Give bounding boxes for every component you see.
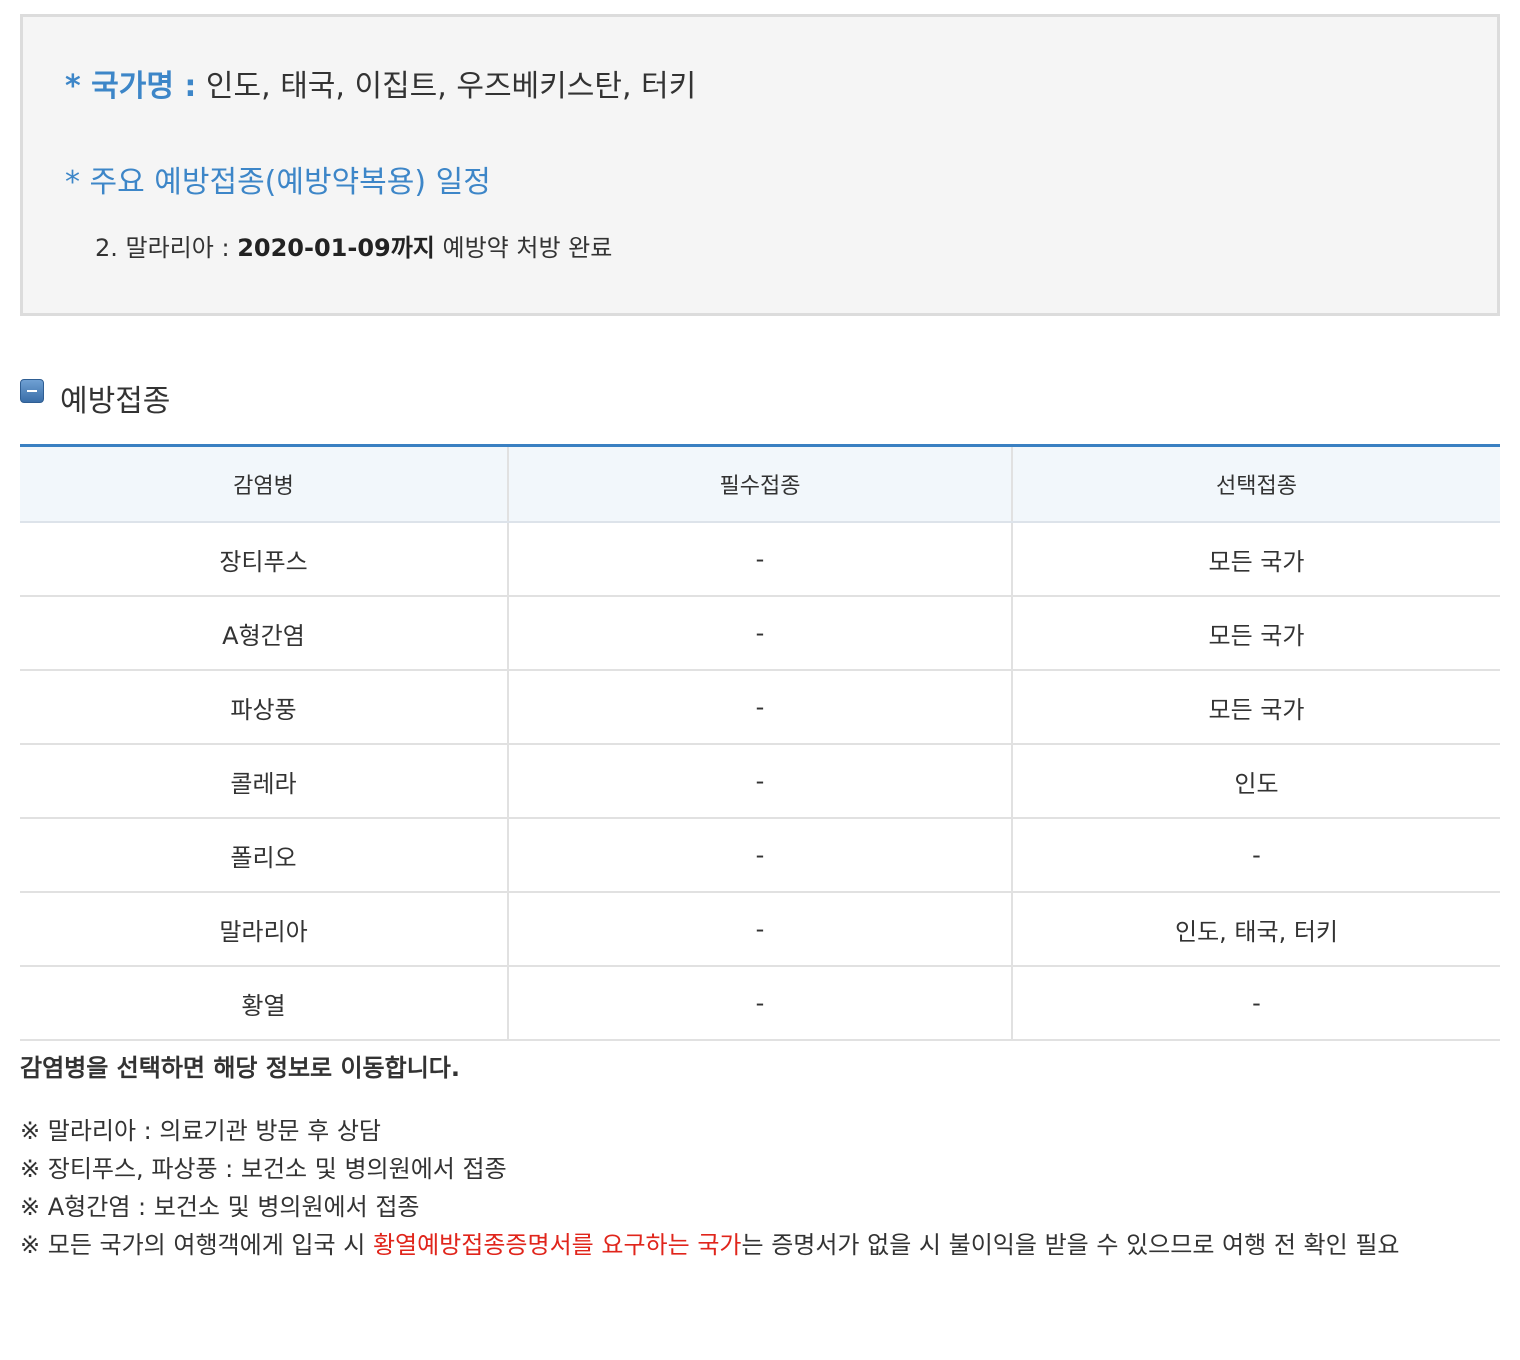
note-yellow-fever-prefix: ※ 모든 국가의 여행객에게 입국 시 — [20, 1231, 373, 1259]
travel-info-box: * 국가명 : 인도, 태국, 이집트, 우즈베키스탄, 터키 * 주요 예방접… — [20, 14, 1500, 316]
table-row[interactable]: 황열 - - — [20, 966, 1500, 1041]
disease-cell[interactable]: 콜레라 — [20, 744, 508, 819]
required-cell: - — [507, 818, 1012, 893]
table-row[interactable]: 말라리아 - 인도, 태국, 터키 — [20, 892, 1500, 967]
note-yellow-fever: ※ 모든 국가의 여행객에게 입국 시 황열예방접종증명서를 요구하는 국가는 … — [20, 1226, 1500, 1264]
country-line: * 국가명 : 인도, 태국, 이집트, 우즈베키스탄, 터키 — [65, 67, 696, 107]
country-label: * 국가명 : — [65, 69, 197, 104]
optional-cell: 인도 — [1011, 744, 1500, 819]
disease-cell[interactable]: A형간염 — [20, 596, 508, 671]
disease-cell[interactable]: 장티푸스 — [20, 522, 508, 597]
disease-cell[interactable]: 말라리아 — [20, 892, 508, 967]
required-cell: - — [507, 892, 1012, 967]
guide-text: 감염병을 선택하면 해당 정보로 이동합니다. — [20, 1054, 460, 1082]
note-yellow-fever-suffix: 는 증명서가 없을 시 불이익을 받을 수 있으므로 여행 전 확인 필요 — [741, 1231, 1400, 1259]
disease-cell[interactable]: 폴리오 — [20, 818, 508, 893]
required-cell: - — [507, 596, 1012, 671]
note-yellow-fever-highlight: 황열예방접종증명서를 요구하는 국가 — [372, 1231, 742, 1259]
header-required: 필수접종 — [507, 445, 1012, 523]
required-cell: - — [507, 744, 1012, 819]
disease-cell[interactable]: 파상풍 — [20, 670, 508, 745]
schedule-item-malaria: 2. 말라리아 : 2020-01-09까지 예방약 처방 완료 — [95, 231, 612, 265]
header-disease: 감염병 — [20, 445, 508, 523]
table-row[interactable]: 파상풍 - 모든 국가 — [20, 670, 1500, 745]
section-title-text: 예방접종 — [60, 384, 171, 419]
vaccination-table: 감염병 필수접종 선택접종 장티푸스 - 모든 국가 A형간염 - 모든 국가 … — [20, 444, 1500, 1041]
optional-cell: - — [1011, 818, 1500, 893]
table-row[interactable]: A형간염 - 모든 국가 — [20, 596, 1500, 671]
section-title-vaccination: 예방접종 — [20, 376, 170, 420]
table-row[interactable]: 폴리오 - - — [20, 818, 1500, 893]
schedule-heading: * 주요 예방접종(예방약복용) 일정 — [65, 165, 491, 200]
note-hepatitis-a: ※ A형간염 : 보건소 및 병의원에서 접종 — [20, 1193, 420, 1221]
note-typhoid-tetanus: ※ 장티푸스, 파상풍 : 보건소 및 병의원에서 접종 — [20, 1155, 507, 1183]
header-optional: 선택접종 — [1011, 445, 1500, 523]
notes: ※ 말라리아 : 의료기관 방문 후 상담 ※ 장티푸스, 파상풍 : 보건소 … — [20, 1112, 1500, 1264]
schedule-item-suffix: 예방약 처방 완료 — [434, 234, 613, 262]
required-cell: - — [507, 670, 1012, 745]
disease-cell[interactable]: 황열 — [20, 966, 508, 1041]
optional-cell: - — [1011, 966, 1500, 1041]
table-row[interactable]: 장티푸스 - 모든 국가 — [20, 522, 1500, 597]
table-row[interactable]: 콜레라 - 인도 — [20, 744, 1500, 819]
table-header-row: 감염병 필수접종 선택접종 — [20, 445, 1500, 523]
schedule-item-date: 2020-01-09까지 — [237, 234, 435, 262]
required-cell: - — [507, 966, 1012, 1041]
schedule-item-prefix: 2. 말라리아 : — [95, 234, 238, 262]
optional-cell: 모든 국가 — [1011, 596, 1500, 671]
optional-cell: 인도, 태국, 터키 — [1011, 892, 1500, 967]
note-malaria: ※ 말라리아 : 의료기관 방문 후 상담 — [20, 1117, 382, 1145]
minus-icon — [20, 379, 44, 403]
optional-cell: 모든 국가 — [1011, 670, 1500, 745]
required-cell: - — [507, 522, 1012, 597]
optional-cell: 모든 국가 — [1011, 522, 1500, 597]
country-value: 인도, 태국, 이집트, 우즈베키스탄, 터키 — [205, 69, 697, 104]
